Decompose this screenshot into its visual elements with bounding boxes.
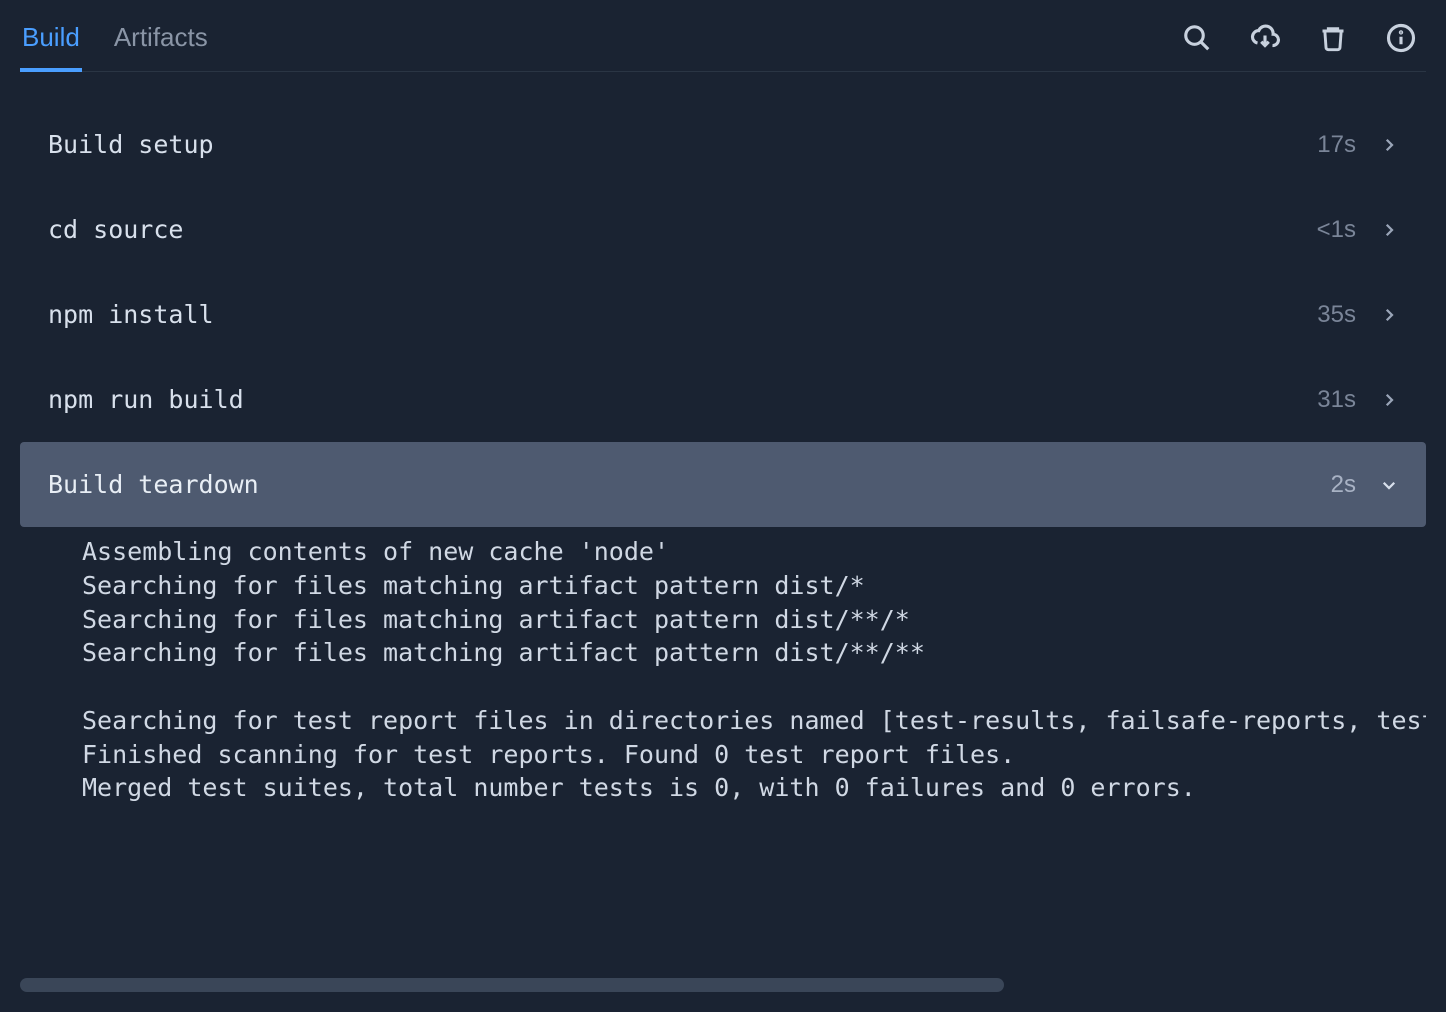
step-meta: <1s	[1317, 216, 1398, 244]
search-icon[interactable]	[1182, 23, 1212, 53]
chevron-right-icon	[1380, 391, 1398, 409]
step-duration: 17s	[1317, 131, 1356, 159]
tab-bar: Build Artifacts	[20, 12, 210, 71]
log-line: Searching for files matching artifact pa…	[82, 638, 925, 667]
chevron-right-icon	[1380, 136, 1398, 154]
log-line: Merged test suites, total number tests i…	[82, 773, 1196, 802]
step-meta: 2s	[1331, 471, 1398, 499]
tab-build[interactable]: Build	[20, 12, 82, 71]
step-duration: <1s	[1317, 216, 1356, 244]
log-line: Searching for test report files in direc…	[82, 706, 1426, 735]
trash-icon[interactable]	[1318, 23, 1348, 53]
panel-header: Build Artifacts	[20, 0, 1426, 72]
chevron-right-icon	[1380, 306, 1398, 324]
chevron-right-icon	[1380, 221, 1398, 239]
step-name: cd source	[48, 215, 183, 244]
step-row-build-setup[interactable]: Build setup 17s	[20, 102, 1426, 187]
scrollbar-thumb[interactable]	[20, 978, 1004, 992]
log-line: Finished scanning for test reports. Foun…	[82, 740, 1015, 769]
step-name: Build teardown	[48, 470, 259, 499]
chevron-down-icon	[1380, 476, 1398, 494]
horizontal-scrollbar[interactable]	[20, 978, 1426, 992]
info-icon[interactable]	[1386, 23, 1416, 53]
step-meta: 17s	[1317, 131, 1398, 159]
step-name: npm run build	[48, 385, 244, 414]
log-line: Searching for files matching artifact pa…	[82, 571, 865, 600]
step-duration: 2s	[1331, 471, 1356, 499]
log-output: Assembling contents of new cache 'node' …	[20, 527, 1426, 845]
log-line: Assembling contents of new cache 'node'	[82, 537, 669, 566]
step-duration: 31s	[1317, 386, 1356, 414]
step-row-npm-run-build[interactable]: npm run build 31s	[20, 357, 1426, 442]
tab-label: Artifacts	[114, 22, 208, 52]
step-meta: 31s	[1317, 386, 1398, 414]
step-name: npm install	[48, 300, 214, 329]
download-cloud-icon[interactable]	[1250, 23, 1280, 53]
build-log-panel: Build Artifacts Build setup 17	[0, 0, 1446, 1012]
step-meta: 35s	[1317, 301, 1398, 329]
step-duration: 35s	[1317, 301, 1356, 329]
step-row-build-teardown[interactable]: Build teardown 2s	[20, 442, 1426, 527]
toolbar	[1182, 23, 1426, 61]
build-steps-list: Build setup 17s cd source <1s npm instal…	[20, 72, 1426, 978]
step-name: Build setup	[48, 130, 214, 159]
tab-artifacts[interactable]: Artifacts	[112, 12, 210, 71]
step-row-cd-source[interactable]: cd source <1s	[20, 187, 1426, 272]
tab-label: Build	[22, 22, 80, 52]
log-line: Searching for files matching artifact pa…	[82, 605, 910, 634]
step-row-npm-install[interactable]: npm install 35s	[20, 272, 1426, 357]
